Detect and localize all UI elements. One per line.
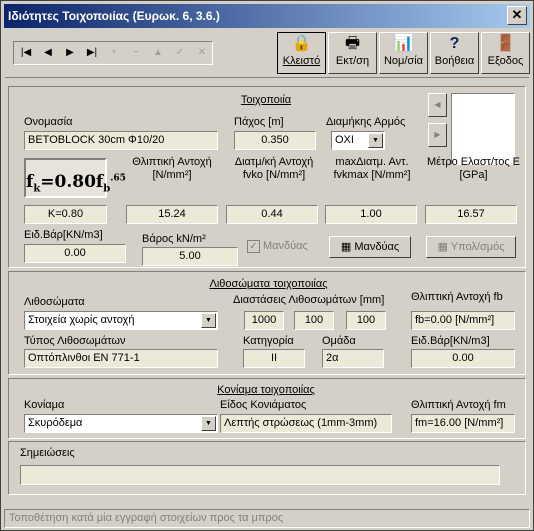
category-field[interactable]: II: [243, 349, 305, 368]
fvko-label: Διατμ/κή Αντοχή fvko [N/mm²]: [234, 156, 314, 181]
units-kind-field[interactable]: Οπτόπλινθοι EN 771-1: [24, 349, 218, 368]
cancel-record-button[interactable]: ✕: [192, 43, 212, 63]
group-label: Ομάδα: [322, 335, 356, 347]
category-label: Κατηγορία: [243, 335, 294, 347]
chevron-down-icon[interactable]: ▼: [201, 313, 216, 328]
fvkmax-label: maxΔιατμ. Αντ. fvkmax [N/mm²]: [333, 156, 411, 181]
formula-text: fk=0.80fb.65: [26, 171, 126, 195]
window-title: Ιδιότητες Τοιχοποιίας (Ευρωκ. 6, 3.6.): [8, 9, 220, 23]
post-record-button[interactable]: ✓: [170, 43, 190, 63]
units-section-title: Λιθοσώματα τοιχοποιίας: [209, 278, 328, 290]
wall-image: [451, 93, 515, 165]
print-button[interactable]: 🖶 Εκτ/ση: [328, 32, 377, 74]
lock-icon: 🔒: [291, 35, 312, 52]
name-field[interactable]: BETOBLOCK 30cm Φ10/20: [24, 131, 218, 150]
prev-record-button[interactable]: ◀: [38, 43, 58, 63]
wall-weight-label: Ειδ.Βάρ[KN/m3]: [24, 229, 103, 241]
mortar-type-value: Σκυρόδεμα: [28, 417, 83, 429]
thickness-label: Πάχος [m]: [234, 116, 284, 128]
prev-image-button[interactable]: ◀: [428, 93, 447, 117]
dimension-length-field[interactable]: 1000: [244, 311, 284, 330]
edit-record-button[interactable]: ▲: [148, 43, 168, 63]
fk-field[interactable]: 15.24: [126, 205, 218, 224]
load-label: Βάρος kN/m²: [142, 233, 206, 245]
dimensions-label: Διαστάσεις Λιθοσωμάτων [mm]: [233, 294, 385, 306]
print-label: Εκτ/ση: [335, 55, 370, 67]
mortar-kind-field[interactable]: Λεπτής στρώσεως (1mm-3mm): [220, 414, 392, 433]
name-label: Ονομασία: [24, 116, 73, 128]
mortar-type-label: Κονίαμα: [24, 399, 65, 411]
record-navigator: |◀ ◀ ▶ ▶| + − ▲ ✓ ✕: [13, 41, 213, 65]
units-kind-label: Τύπος Λιθοσωμάτων: [24, 335, 126, 347]
library-label: Νομ/σία: [383, 55, 424, 67]
thickness-field[interactable]: 0.350: [234, 131, 316, 150]
dimension-height-field[interactable]: 100: [346, 311, 386, 330]
lock-label: Κλειστό: [282, 55, 321, 67]
help-label: Βοήθεια: [434, 55, 475, 67]
calculator-icon: ▦: [340, 241, 352, 253]
exit-label: Εξοδος: [487, 55, 524, 67]
books-icon: 📊: [393, 35, 414, 52]
fb-label: Θλιπτική Αντοχή fb: [411, 291, 503, 303]
last-record-button[interactable]: ▶|: [82, 43, 102, 63]
exit-button[interactable]: 🚪 Εξοδος: [481, 32, 530, 74]
joint-label: Διαμήκης Αρμός: [326, 116, 406, 128]
notes-label: Σημειώσεις: [20, 447, 75, 459]
e-modulus-field[interactable]: 16.57: [425, 205, 517, 224]
e-modulus-label: Μέτρο Ελαστ/τος E [GPa]: [426, 156, 521, 181]
units-type-value: Στοιχεία χωρίς αντοχή: [28, 314, 135, 326]
dimension-width-field[interactable]: 100: [294, 311, 334, 330]
fk-label: Θλιπτική Αντοχή [N/mm²]: [132, 156, 212, 181]
mandyas-button[interactable]: ▦ Μανδύας: [329, 236, 411, 258]
printer-icon: 🖶: [344, 35, 361, 52]
units-type-select[interactable]: Στοιχεία χωρίς αντοχή ▼: [24, 311, 218, 330]
fb-field[interactable]: fb=0.00 [N/mm²]: [411, 311, 515, 330]
mortar-type-select[interactable]: Σκυρόδεμα ▼: [24, 414, 218, 433]
k-field[interactable]: K=0.80: [24, 205, 107, 224]
fvko-field[interactable]: 0.44: [226, 205, 318, 224]
wall-section-title: Τοιχοποιία: [240, 94, 292, 106]
status-bar: Τοποθέτηση κατά μία εγγραφή στοιχείων πρ…: [4, 509, 530, 528]
load-field[interactable]: 5.00: [142, 247, 238, 266]
door-exit-icon: 🚪: [495, 35, 516, 52]
calculator-icon: ▦: [437, 241, 448, 253]
toolbar: |◀ ◀ ▶ ▶| + − ▲ ✓ ✕ 🔒 Κλειστό 🖶 Εκτ/ση 📊…: [5, 30, 530, 78]
units-type-label: Λιθοσώματα: [24, 296, 85, 308]
fvkmax-field[interactable]: 1.00: [325, 205, 417, 224]
mandyas-checkbox[interactable]: ✓: [247, 240, 260, 253]
joint-value: ΟΧΙ: [335, 134, 354, 146]
chevron-down-icon[interactable]: ▼: [368, 133, 383, 148]
next-image-button[interactable]: ▶: [428, 123, 447, 147]
mandyas-checkbox-label: Μανδύας: [263, 240, 308, 252]
notes-field[interactable]: [20, 465, 500, 485]
calculate-button[interactable]: ▦ Υπολ/σμός: [426, 236, 516, 258]
insert-record-button[interactable]: +: [104, 43, 124, 63]
mandyas-button-label: Μανδύας: [354, 241, 400, 253]
close-button[interactable]: ✕: [507, 6, 527, 25]
mortar-kind-label: Είδος Κονιάματος: [220, 399, 307, 411]
wall-weight-field[interactable]: 0.00: [24, 244, 126, 263]
first-record-button[interactable]: |◀: [16, 43, 36, 63]
next-record-button[interactable]: ▶: [60, 43, 80, 63]
group-field[interactable]: 2α: [322, 349, 384, 368]
calculate-button-label: Υπολ/σμός: [450, 241, 505, 253]
help-button[interactable]: ? Βοήθεια: [430, 32, 479, 74]
units-weight-field[interactable]: 0.00: [411, 349, 515, 368]
fm-field[interactable]: fm=16.00 [N/mm²]: [411, 414, 515, 433]
chevron-down-icon[interactable]: ▼: [201, 416, 216, 431]
lock-button[interactable]: 🔒 Κλειστό: [277, 32, 326, 74]
fm-label: Θλιπτική Αντοχή fm: [411, 399, 506, 411]
properties-window: Ιδιότητες Τοιχοποιίας (Ευρωκ. 6, 3.6.) ✕…: [0, 0, 534, 531]
joint-select[interactable]: ΟΧΙ ▼: [331, 131, 385, 150]
delete-record-button[interactable]: −: [126, 43, 146, 63]
library-button[interactable]: 📊 Νομ/σία: [379, 32, 428, 74]
help-icon: ?: [449, 35, 460, 52]
title-bar: Ιδιότητες Τοιχοποιίας (Ευρωκ. 6, 3.6.) ✕: [4, 4, 530, 28]
formula-box: fk=0.80fb.65: [24, 158, 126, 198]
units-weight-label: Ειδ.Βάρ[KN/m3]: [411, 335, 490, 347]
mortar-section-title: Κονίαμα τοιχοποιίας: [217, 384, 315, 396]
